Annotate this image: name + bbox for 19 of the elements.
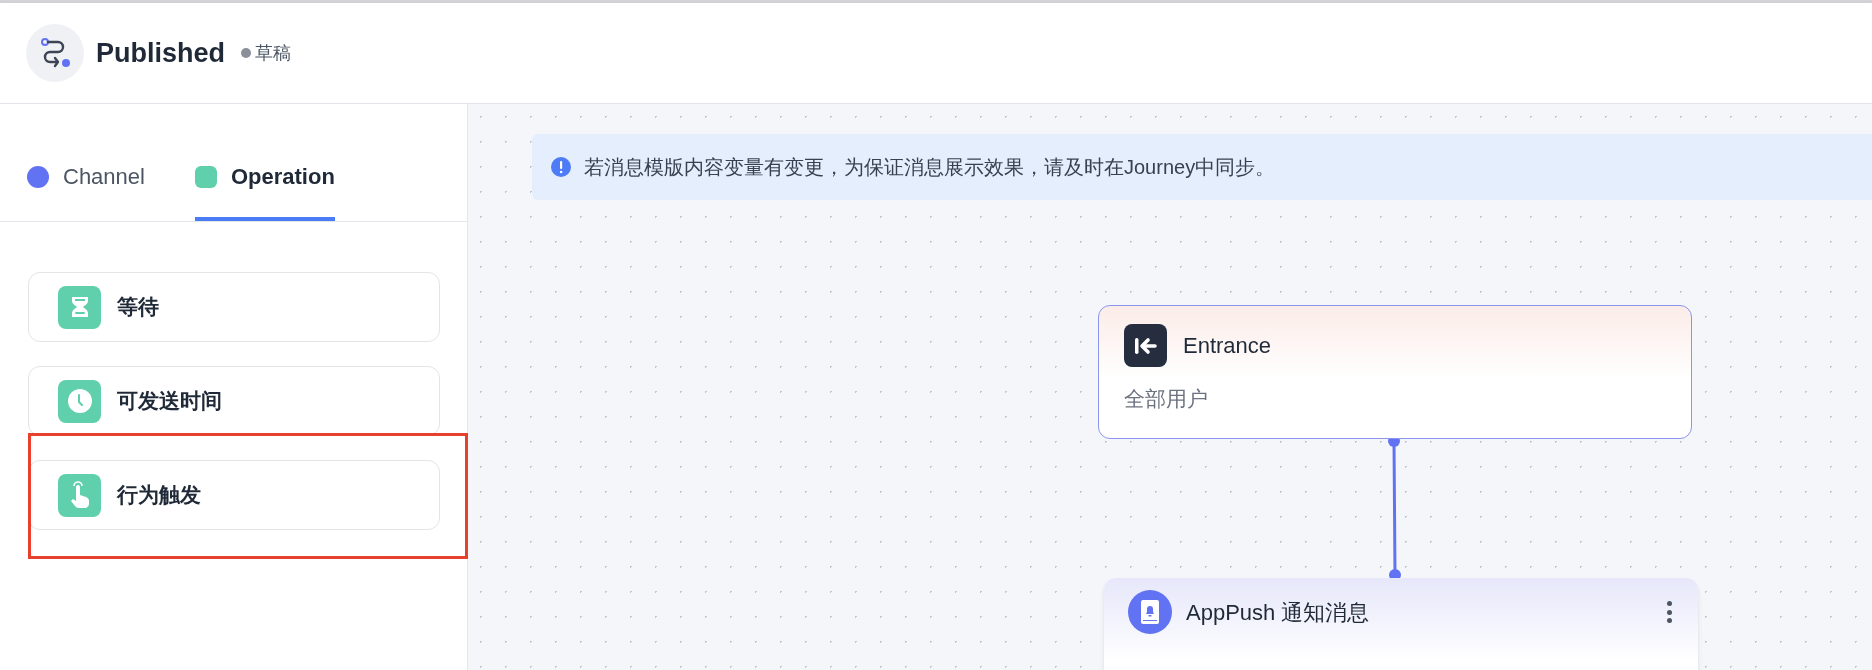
node-title: AppPush 通知消息 (1186, 598, 1370, 627)
operation-item[interactable]: 行为触发 (28, 460, 440, 530)
status-label: 草稿 (255, 41, 291, 65)
info-icon (550, 156, 572, 178)
node-subtitle: 全部用户 (1124, 386, 1208, 412)
notice-text: 若消息模版内容变量有变更，为保证消息展示效果，请及时在Journey中同步。 (584, 155, 1276, 180)
message-node[interactable]: AppPush 通知消息 (1104, 578, 1698, 670)
node-title: Entrance (1183, 332, 1272, 360)
hourglass-icon (58, 285, 101, 329)
clock-icon (58, 379, 101, 423)
sidebar-tab[interactable]: Channel (27, 160, 145, 221)
tap-icon (58, 473, 101, 517)
sidebar-tab[interactable]: Operation (194, 160, 335, 221)
page-title: Published (96, 36, 225, 70)
operation-item[interactable]: 等待 (28, 272, 440, 342)
entrance-icon (1124, 324, 1167, 367)
entrance-node[interactable]: Entrance 全部用户 (1098, 305, 1692, 439)
operation-item[interactable]: 可发送时间 (28, 366, 440, 436)
bell-phone-icon (1128, 590, 1172, 634)
